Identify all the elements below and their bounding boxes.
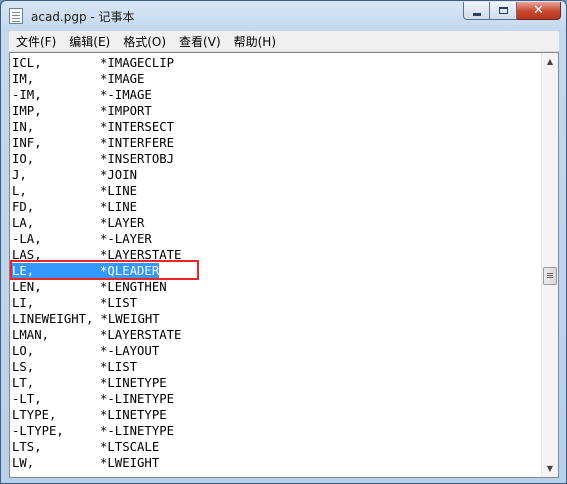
annotation-highlight-box <box>10 260 199 280</box>
command-text: *INTERFERE <box>100 136 175 150</box>
title-bar[interactable]: acad.pgp - 记事本 ✕ <box>1 1 566 31</box>
text-line[interactable]: LEN, *LENGTHEN <box>12 279 181 295</box>
text-line[interactable]: INF, *INTERFERE <box>12 135 181 151</box>
menu-edit[interactable]: 编辑(E) <box>62 33 116 50</box>
close-button[interactable]: ✕ <box>517 2 561 20</box>
text-line[interactable]: LTYPE, *LINETYPE <box>12 407 181 423</box>
command-text: *-LINETYPE <box>100 392 175 406</box>
text-editor[interactable]: ICL, *IMAGECLIP IM, *IMAGE -IM, *-IMAGE IMP, *I… <box>9 52 559 478</box>
alias-text: LTS, <box>12 440 42 454</box>
alias-text: LTYPE, <box>12 408 57 422</box>
command-text: *-IMAGE <box>100 88 152 102</box>
command-text: *LIST <box>100 296 138 310</box>
alias-text: -LT, <box>12 392 42 406</box>
command-text: *-LINETYPE <box>100 424 175 438</box>
alias-text: FD, <box>12 200 35 214</box>
command-text: *LENGTHEN <box>100 280 167 294</box>
command-text: *LINETYPE <box>100 376 167 390</box>
close-icon: ✕ <box>533 3 544 18</box>
alias-text: INF, <box>12 136 42 150</box>
text-line[interactable]: ICL, *IMAGECLIP <box>12 55 181 71</box>
alias-text: LI, <box>12 296 35 310</box>
alias-text: LMAN, <box>12 328 50 342</box>
alias-text: -LA, <box>12 232 42 246</box>
alias-text: IMP, <box>12 104 42 118</box>
text-line[interactable]: LO, *-LAYOUT <box>12 343 181 359</box>
alias-text: LEN, <box>12 280 42 294</box>
menu-file[interactable]: 文件(F) <box>9 33 62 50</box>
command-text: *LTSCALE <box>100 440 160 454</box>
command-text: *IMAGECLIP <box>100 56 175 70</box>
command-text: *INSERTOBJ <box>100 152 175 166</box>
text-line[interactable]: LT, *LINETYPE <box>12 375 181 391</box>
text-line[interactable]: J, *JOIN <box>12 167 181 183</box>
command-text: *LAYER <box>100 216 145 230</box>
alias-text: LS, <box>12 360 35 374</box>
text-line[interactable]: LS, *LIST <box>12 359 181 375</box>
text-line[interactable]: -LTYPE, *-LINETYPE <box>12 423 181 439</box>
alias-text: LA, <box>12 216 35 230</box>
scroll-down-icon[interactable]: ▼ <box>542 460 558 477</box>
text-line[interactable]: IM, *IMAGE <box>12 71 181 87</box>
alias-text: J, <box>12 168 27 182</box>
text-line[interactable]: IO, *INSERTOBJ <box>12 151 181 167</box>
menu-help[interactable]: 帮助(H) <box>227 33 282 50</box>
text-line[interactable]: LA, *LAYER <box>12 215 181 231</box>
command-text: *LINE <box>100 200 138 214</box>
alias-text: LT, <box>12 376 35 390</box>
command-text: *IMPORT <box>100 104 152 118</box>
alias-text: IN, <box>12 120 35 134</box>
notepad-document-icon <box>9 8 23 24</box>
text-line[interactable]: FD, *LINE <box>12 199 181 215</box>
alias-text: ICL, <box>12 56 42 70</box>
command-text: *IMAGE <box>100 72 145 86</box>
text-line[interactable]: L, *LINE <box>12 183 181 199</box>
text-line[interactable]: IN, *INTERSECT <box>12 119 181 135</box>
command-text: *-LAYER <box>100 232 152 246</box>
command-text: *LAYERSTATE <box>100 328 182 342</box>
menu-bar: 文件(F) 编辑(E) 格式(O) 查看(V) 帮助(H) <box>9 31 559 52</box>
minimize-button[interactable] <box>463 2 490 20</box>
alias-text: -LTYPE, <box>12 424 64 438</box>
text-line[interactable]: LTS, *LTSCALE <box>12 439 181 455</box>
text-line[interactable]: LINEWEIGHT, *LWEIGHT <box>12 311 181 327</box>
command-text: *LWEIGHT <box>100 312 160 326</box>
command-text: *LINE <box>100 184 138 198</box>
command-text: *LIST <box>100 360 138 374</box>
text-line[interactable]: -LA, *-LAYER <box>12 231 181 247</box>
command-text: *LWEIGHT <box>100 456 160 470</box>
alias-text: IO, <box>12 152 35 166</box>
maximize-button[interactable] <box>490 2 517 20</box>
text-line[interactable]: -LT, *-LINETYPE <box>12 391 181 407</box>
maximize-icon <box>498 7 508 14</box>
command-text: *JOIN <box>100 168 138 182</box>
menu-view[interactable]: 查看(V) <box>172 33 227 50</box>
command-text: *LINETYPE <box>100 408 167 422</box>
text-line[interactable]: -IM, *-IMAGE <box>12 87 181 103</box>
alias-text: LW, <box>12 456 35 470</box>
text-line[interactable]: IMP, *IMPORT <box>12 103 181 119</box>
text-line[interactable]: LMAN, *LAYERSTATE <box>12 327 181 343</box>
alias-text: IM, <box>12 72 35 86</box>
scrollbar-thumb[interactable] <box>543 267 557 285</box>
text-line[interactable]: LW, *LWEIGHT <box>12 455 181 471</box>
command-text: *INTERSECT <box>100 120 175 134</box>
scroll-up-icon[interactable]: ▲ <box>542 53 558 70</box>
alias-text: L, <box>12 184 27 198</box>
alias-text: LO, <box>12 344 35 358</box>
notepad-window: acad.pgp - 记事本 ✕ 文件(F) 编辑(E) 格式(O) 查看(V)… <box>0 0 567 484</box>
text-line[interactable]: LI, *LIST <box>12 295 181 311</box>
caption-buttons: ✕ <box>463 2 561 22</box>
alias-text: LINEWEIGHT, <box>12 312 94 326</box>
window-title: acad.pgp - 记事本 <box>31 10 135 24</box>
alias-text: -IM, <box>12 88 42 102</box>
menu-format[interactable]: 格式(O) <box>116 33 172 50</box>
vertical-scrollbar[interactable]: ▲ ▼ <box>541 53 558 477</box>
minimize-icon <box>472 12 481 16</box>
command-text: *-LAYOUT <box>100 344 160 358</box>
